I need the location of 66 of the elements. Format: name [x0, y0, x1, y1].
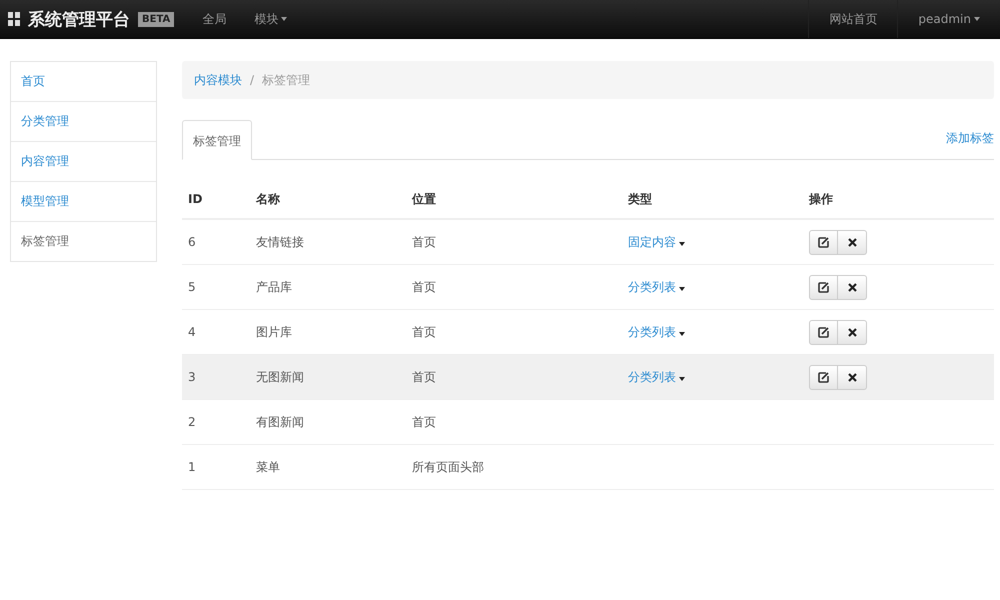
delete-button[interactable]: [838, 320, 867, 344]
table-cell: 3: [188, 370, 196, 384]
column-header: ID: [187, 192, 204, 206]
nav-link[interactable]: 全局: [188, 0, 240, 38]
edit-icon: [818, 372, 829, 382]
tab[interactable]: 标签管理: [182, 120, 252, 160]
add-tag-link[interactable]: 添加标签: [946, 130, 994, 146]
edit-button[interactable]: [809, 230, 838, 254]
caret-icon: [679, 332, 685, 336]
column-header: 名称: [254, 190, 281, 208]
current-page-label: 标签管理: [262, 72, 310, 88]
table-cell: 图片库: [256, 324, 292, 340]
close-icon: [848, 328, 856, 336]
table-cell: 有图新闻: [256, 414, 304, 430]
type-dropdown[interactable]: 分类列表: [628, 278, 685, 296]
caret-icon: [281, 17, 288, 21]
delete-button[interactable]: [838, 230, 867, 254]
table-cell: 首页: [412, 278, 436, 296]
edit-icon: [818, 282, 829, 292]
column-header: 操作: [808, 190, 834, 208]
close-icon: [848, 372, 856, 382]
table-cell: 5: [188, 280, 196, 294]
table-cell: 首页: [412, 414, 436, 430]
edit-button[interactable]: [809, 364, 838, 390]
column-header: 类型: [627, 190, 653, 208]
caret-icon: [679, 242, 685, 246]
brand-title[interactable]: 系统管理平台: [28, 8, 130, 30]
close-icon: [848, 282, 856, 292]
sidebar-item[interactable]: 首页: [11, 62, 156, 102]
table-cell: 4: [188, 325, 196, 339]
table-cell: 6: [188, 235, 196, 249]
table-cell: 首页: [412, 368, 436, 386]
edit-icon: [818, 326, 829, 338]
nav-link[interactable]: 模块: [240, 0, 302, 38]
table-cell: 所有页面头部: [412, 458, 484, 476]
edit-button[interactable]: [809, 274, 838, 300]
caret-icon: [974, 17, 980, 21]
table-cell: 产品库: [256, 278, 292, 296]
caret-icon: [679, 376, 685, 380]
sidebar-item[interactable]: 分类管理: [11, 102, 156, 142]
close-icon: [848, 238, 856, 246]
breadcrumb-link[interactable]: 内容模块: [194, 72, 242, 88]
table-cell: 1: [188, 460, 196, 474]
table-cell: 首页: [412, 234, 436, 250]
nav-link[interactable]: 网站首页: [808, 0, 898, 38]
beta-badge: BETA: [138, 12, 174, 26]
delete-button[interactable]: [838, 364, 867, 390]
type-dropdown[interactable]: 固定内容: [628, 234, 685, 250]
type-dropdown[interactable]: 分类列表: [628, 368, 685, 386]
delete-button[interactable]: [838, 274, 867, 300]
sidebar-item[interactable]: 模型管理: [11, 182, 156, 222]
sidebar-item[interactable]: 内容管理: [11, 142, 156, 182]
grid-icon: [8, 12, 20, 26]
table-cell: 2: [188, 415, 196, 429]
nav-link[interactable]: peadmin: [897, 0, 1000, 38]
edit-icon: [818, 236, 829, 248]
table-cell: 首页: [412, 324, 436, 340]
sidebar-item[interactable]: 标签管理: [11, 222, 156, 261]
type-dropdown[interactable]: 分类列表: [628, 324, 685, 340]
table-cell: 菜单: [256, 458, 280, 476]
table-cell: 无图新闻: [256, 368, 304, 386]
table-cell: 友情链接: [256, 234, 304, 250]
edit-button[interactable]: [809, 320, 838, 344]
caret-icon: [679, 286, 685, 290]
breadcrumb-separator: /: [250, 73, 254, 87]
column-header: 位置: [410, 190, 437, 208]
